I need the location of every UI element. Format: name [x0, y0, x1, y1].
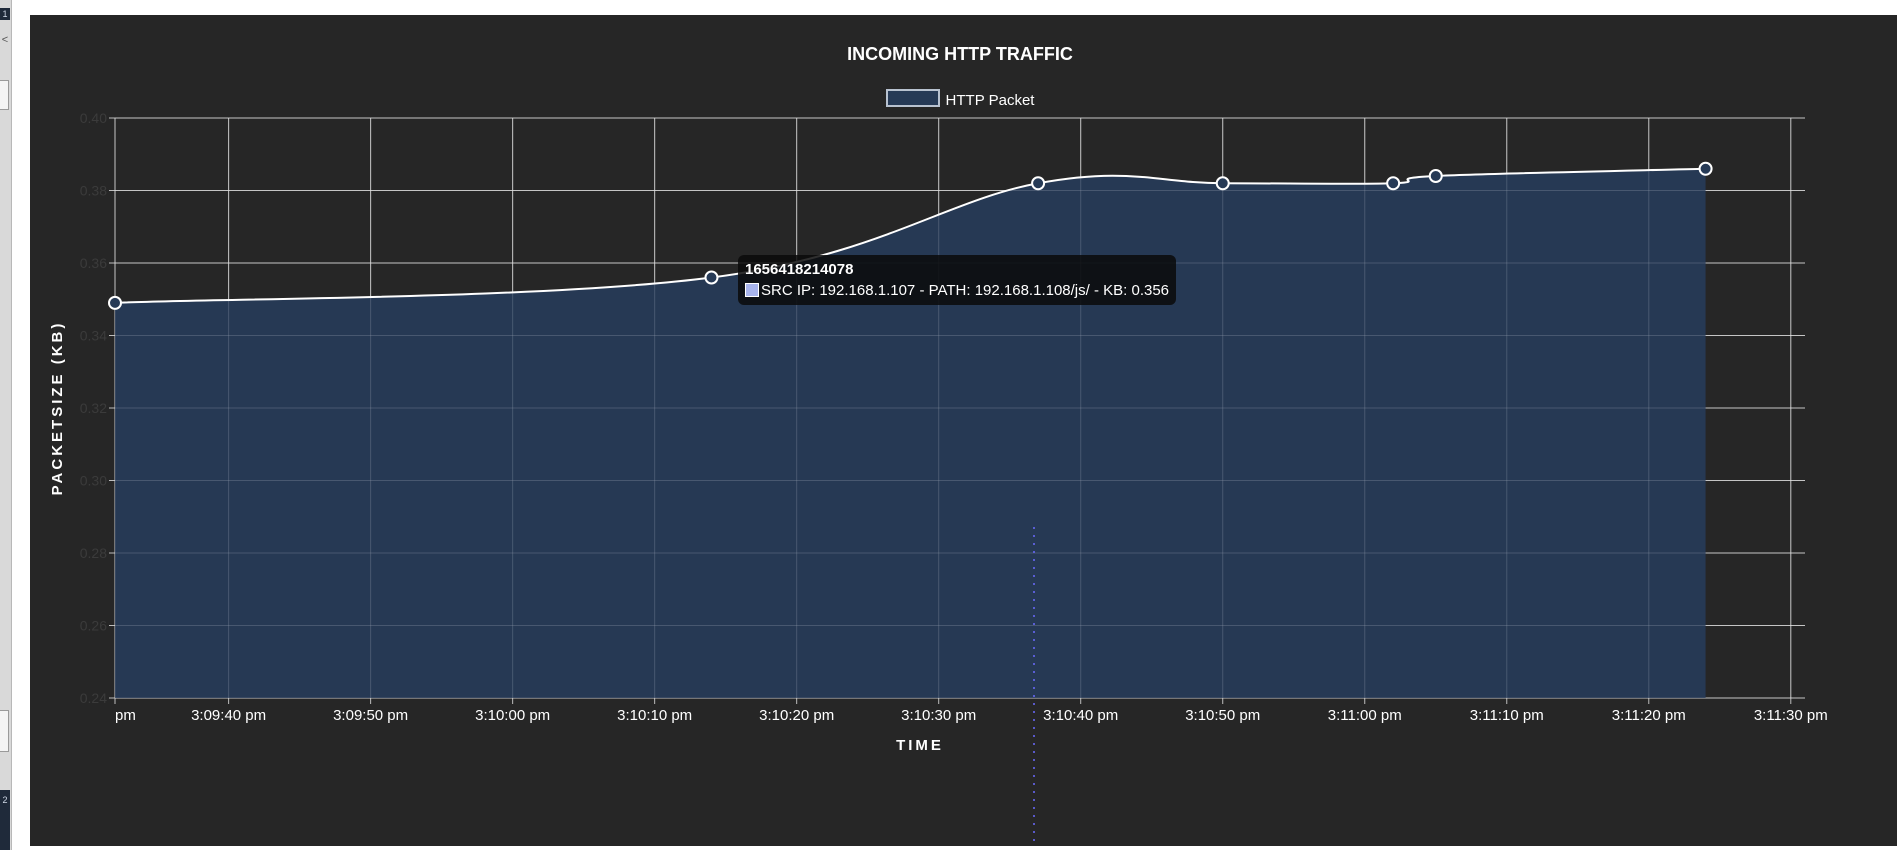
x-tick-label: 3:10:30 pm: [901, 707, 976, 724]
window-badge-top: 1: [0, 8, 10, 20]
data-point[interactable]: [1386, 176, 1401, 191]
x-tick-label: 3:09:40 pm: [191, 707, 266, 724]
y-tick-label: 0.24: [80, 690, 107, 706]
data-point[interactable]: [1031, 176, 1046, 191]
x-tick-label: 3:11:30 pm: [1754, 707, 1828, 724]
side-scroll-box[interactable]: [0, 710, 9, 752]
x-tick-label: 3:10:50 pm: [1185, 707, 1260, 724]
tooltip-title: 1656418214078: [745, 261, 854, 278]
x-tick-label: pm: [115, 707, 136, 724]
x-tick-label: 3:11:20 pm: [1612, 707, 1686, 724]
data-point[interactable]: [108, 295, 122, 310]
x-tick-label: 3:10:20 pm: [759, 707, 834, 724]
x-tick-label: 3:09:50 pm: [333, 707, 408, 724]
chart-panel: INCOMING HTTP TRAFFIC HTTP Packet 0.24 0.…: [30, 15, 1897, 846]
x-tick-label: 3:10:10 pm: [617, 707, 692, 724]
window-badge-bottom: 2: [0, 790, 10, 850]
y-tick-label: 0.30: [80, 473, 107, 489]
x-tick-label: 3:11:10 pm: [1470, 707, 1544, 724]
x-axis-title: TIME: [896, 737, 944, 754]
y-tick-label: 0.26: [80, 618, 107, 634]
series-area: [115, 168, 1706, 698]
y-tick-label: 0.38: [80, 183, 107, 199]
y-tick-label: 0.36: [80, 255, 107, 271]
data-point[interactable]: [1215, 176, 1230, 191]
x-tick-label: 3:11:00 pm: [1328, 707, 1402, 724]
x-tick-label: 3:10:00 pm: [475, 707, 550, 724]
left-window-strip: 1 < 2: [0, 0, 12, 850]
data-point-tooltip: 1656418214078 SRC IP: 192.168.1.107 - PA…: [738, 255, 1177, 305]
chart-canvas[interactable]: 0.24 0.26 0.28 0.30 0.32 0.34 0.36 0.38 0.40 pm 3:…: [30, 15, 1897, 846]
data-point[interactable]: [1698, 161, 1713, 176]
side-tab[interactable]: [0, 80, 9, 110]
y-axis-title: PACKETSIZE (KB): [49, 321, 66, 496]
y-tick-label: 0.32: [80, 400, 107, 416]
data-point[interactable]: [1428, 169, 1443, 183]
chevron-left-icon[interactable]: <: [0, 34, 10, 46]
tooltip-color-box: [745, 283, 759, 297]
tooltip-text: SRC IP: 192.168.1.107 - PATH: 192.168.1.…: [761, 282, 1170, 299]
x-tick-label: 3:10:40 pm: [1043, 707, 1118, 724]
y-tick-label: 0.34: [80, 328, 107, 344]
y-tick-label: 0.40: [80, 110, 107, 126]
y-tick-label: 0.28: [80, 545, 107, 561]
data-point[interactable]: [704, 270, 719, 285]
